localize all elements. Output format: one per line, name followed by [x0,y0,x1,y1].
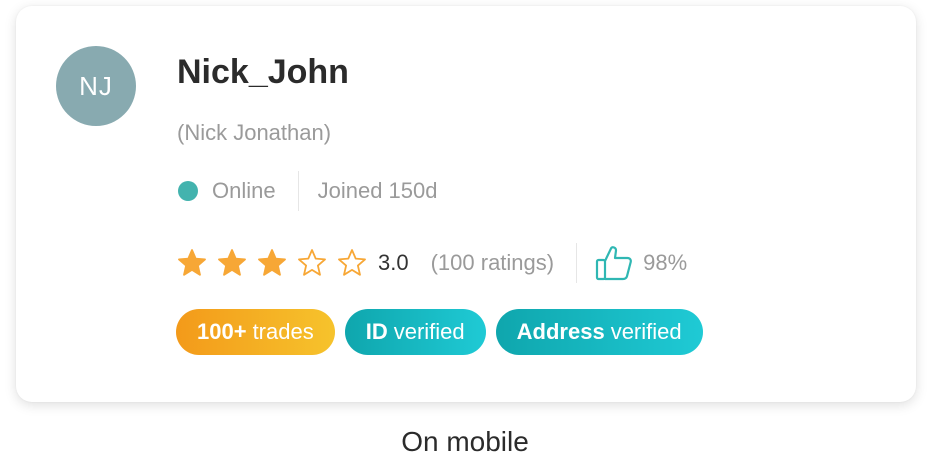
thumbs-up-icon [596,246,632,281]
star-filled-icon [178,249,206,276]
star-filled-icon [258,249,286,276]
online-dot-icon [178,181,198,201]
stage: NJ Nick_John (Nick Jonathan) Online Join… [0,0,930,466]
divider [576,243,578,283]
address-badge-bold: Address [516,319,605,344]
status-row: Online Joined 150d [177,170,437,212]
avatar: NJ [56,46,136,126]
address-badge-text: verified [610,319,682,344]
online-status: Online [212,178,276,203]
id-badge-bold: ID [365,319,388,344]
trades-badge: 100+ trades [176,309,335,355]
joined-date: Joined 150d [317,178,438,203]
full-name: (Nick Jonathan) [177,120,332,145]
rating-count: (100 ratings) [430,250,555,275]
trades-badge-bold: 100+ [197,319,247,344]
username: Nick_John [177,53,349,91]
caption: On mobile [401,426,529,457]
badges: 100+ trades ID verified Address verified [176,309,713,355]
star-filled-icon [218,249,246,276]
divider [297,171,299,211]
approval-rate: 98% [643,250,688,275]
profile-card: NJ Nick_John (Nick Jonathan) Online Join… [16,6,916,402]
star-empty-icon [338,249,366,276]
rating-row: 3.0 (100 ratings) 98% [177,242,687,284]
star-empty-icon [298,249,326,276]
address-verified-badge: Address verified [495,309,703,355]
trades-badge-text: trades [252,319,314,344]
id-verified-badge: ID verified [344,309,486,355]
star-rating [177,248,377,278]
rating-value: 3.0 [378,250,409,275]
id-badge-text: verified [393,319,465,344]
